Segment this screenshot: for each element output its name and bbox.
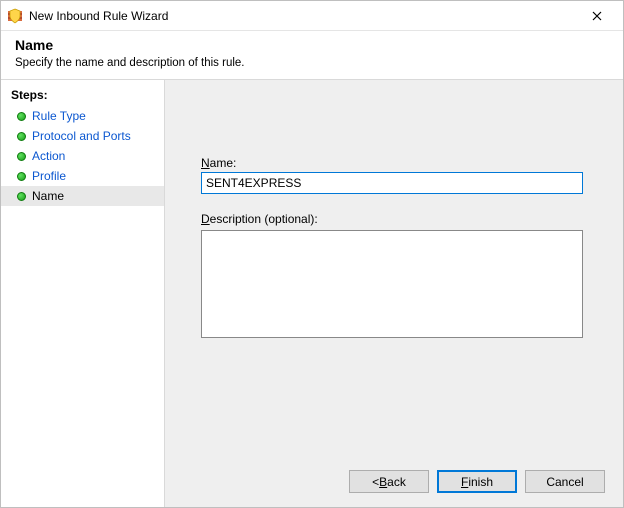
- wizard-window: New Inbound Rule Wizard Name Specify the…: [0, 0, 624, 508]
- wizard-body: Steps: Rule Type Protocol and Ports Acti…: [1, 80, 623, 507]
- finish-button[interactable]: Finish: [437, 470, 517, 493]
- step-label: Action: [32, 149, 65, 163]
- name-label: Name:: [201, 156, 587, 170]
- step-bullet-icon: [17, 192, 26, 201]
- step-bullet-icon: [17, 132, 26, 141]
- step-label: Protocol and Ports: [32, 129, 131, 143]
- steps-heading: Steps:: [1, 86, 164, 106]
- description-input[interactable]: [201, 230, 583, 338]
- step-label: Rule Type: [32, 109, 86, 123]
- wizard-header: Name Specify the name and description of…: [1, 31, 623, 80]
- steps-sidebar: Steps: Rule Type Protocol and Ports Acti…: [1, 80, 165, 507]
- step-bullet-icon: [17, 172, 26, 181]
- content-panel: Name: Description (optional): < Back Fin…: [165, 80, 623, 507]
- page-title: Name: [15, 37, 609, 53]
- step-protocol-and-ports[interactable]: Protocol and Ports: [1, 126, 164, 146]
- step-action[interactable]: Action: [1, 146, 164, 166]
- step-name[interactable]: Name: [1, 186, 164, 206]
- name-input[interactable]: [201, 172, 583, 194]
- step-rule-type[interactable]: Rule Type: [1, 106, 164, 126]
- window-title: New Inbound Rule Wizard: [29, 9, 577, 23]
- back-button[interactable]: < Back: [349, 470, 429, 493]
- page-subtitle: Specify the name and description of this…: [15, 57, 609, 69]
- titlebar: New Inbound Rule Wizard: [1, 1, 623, 31]
- step-bullet-icon: [17, 112, 26, 121]
- button-row: < Back Finish Cancel: [349, 470, 605, 493]
- close-button[interactable]: [577, 2, 617, 30]
- firewall-icon: [7, 8, 23, 24]
- cancel-button[interactable]: Cancel: [525, 470, 605, 493]
- step-label: Profile: [32, 169, 66, 183]
- description-label: Description (optional):: [201, 212, 587, 226]
- step-bullet-icon: [17, 152, 26, 161]
- step-label: Name: [32, 189, 64, 203]
- form-area: Name: Description (optional):: [201, 80, 587, 343]
- step-profile[interactable]: Profile: [1, 166, 164, 186]
